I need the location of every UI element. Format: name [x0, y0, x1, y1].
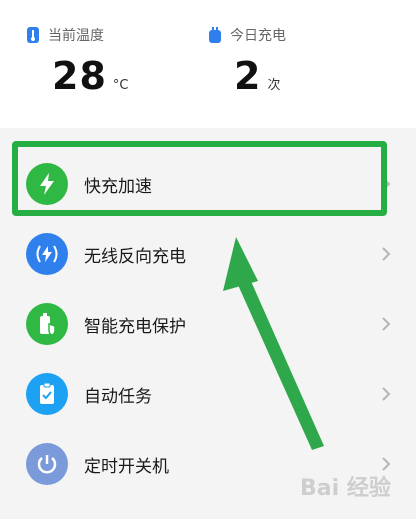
annotation-arrow	[223, 237, 324, 450]
watermark: Bai 经验	[300, 476, 391, 501]
